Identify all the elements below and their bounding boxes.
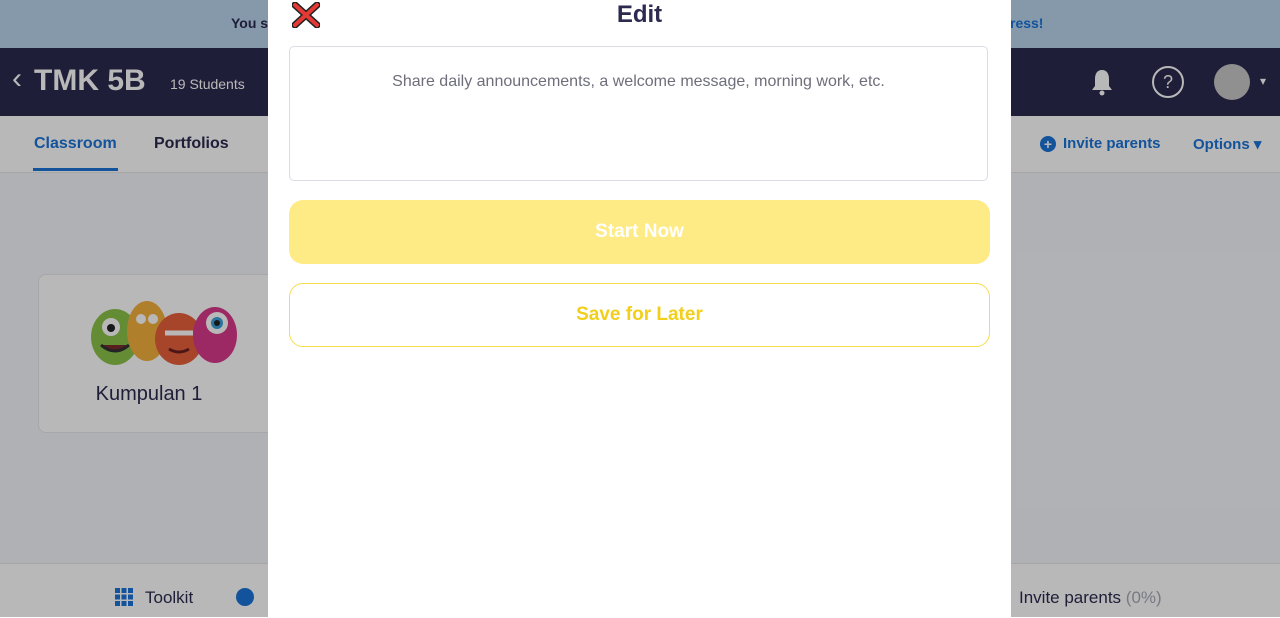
- modal-title: Edit: [616, 1, 663, 28]
- announcement-input[interactable]: [289, 46, 988, 181]
- save-for-later-button[interactable]: Save for Later: [289, 283, 990, 347]
- start-now-button[interactable]: Start Now: [289, 200, 990, 264]
- close-icon[interactable]: [292, 2, 320, 28]
- edit-modal: Edit Start Now Save for Later: [268, 0, 1011, 617]
